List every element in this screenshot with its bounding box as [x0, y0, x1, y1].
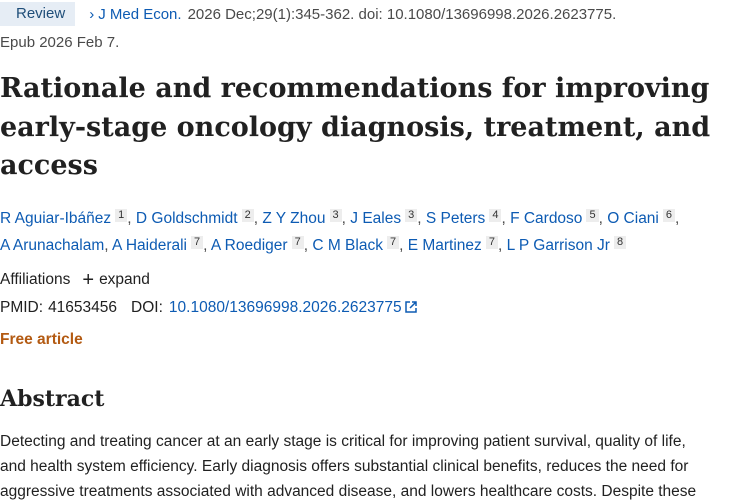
author-link[interactable]: F Cardoso — [510, 210, 582, 227]
author-link[interactable]: Z Y Zhou — [262, 210, 325, 227]
free-article-label[interactable]: Free article — [0, 331, 83, 349]
author-link[interactable]: J Eales — [350, 210, 401, 227]
identifiers-row: PMID: 41653456 DOI: 10.1080/13696998.202… — [0, 299, 417, 317]
abstract-line: aggressive treatments associated with ad… — [0, 483, 697, 500]
author-link[interactable]: E Martinez — [408, 237, 482, 254]
author-list: R Aguiar-Ibáñez 1, D Goldschmidt 2, Z Y Zh… — [0, 209, 680, 254]
author-link[interactable]: L P Garrison Jr — [507, 237, 610, 254]
affiliation-number[interactable]: 7 — [291, 236, 304, 249]
author-link[interactable]: R Aguiar-Ibáñez — [0, 210, 111, 227]
affiliation-number[interactable]: 7 — [191, 236, 204, 249]
author-link[interactable]: A Arunachalam — [0, 237, 104, 254]
affiliation-number[interactable]: 3 — [405, 209, 418, 222]
abstract-text: Detecting and treating cancer at an earl… — [0, 429, 748, 504]
plus-icon[interactable]: + — [82, 270, 94, 290]
author-link[interactable]: S Peters — [426, 210, 485, 227]
review-badge: Review — [0, 2, 76, 26]
affiliation-number[interactable]: 7 — [485, 236, 498, 249]
author-link[interactable]: O Ciani — [607, 210, 659, 227]
affiliations-row: Affiliations + expand — [0, 270, 150, 290]
affiliation-number[interactable]: 7 — [386, 236, 400, 249]
pmid-value: 41653456 — [48, 299, 118, 316]
affiliation-number[interactable]: 1 — [115, 209, 128, 222]
epub-date: Epub 2026 Feb 7. — [0, 34, 120, 51]
affiliations-label: Affiliations — [0, 271, 71, 288]
affiliation-number[interactable]: 6 — [662, 209, 675, 222]
author-link[interactable]: A Roediger — [211, 237, 288, 254]
citation-line: Review › J Med Econ. 2026 Dec;29(1):345-… — [0, 0, 616, 28]
doi-link[interactable]: 10.1080/13696998.2026.2623775 — [169, 299, 402, 317]
affiliation-number[interactable]: 5 — [586, 209, 599, 222]
affiliation-number[interactable]: 4 — [489, 209, 502, 222]
author-link[interactable]: C M Black — [312, 237, 383, 254]
affiliation-number[interactable]: 2 — [241, 209, 254, 222]
abstract-heading: Abstract — [0, 386, 105, 412]
affiliation-number[interactable]: 3 — [329, 209, 342, 222]
journal-link[interactable]: J Med Econ. — [98, 6, 181, 23]
expand-button[interactable]: expand — [99, 271, 150, 289]
article-title: Rationale and recommendations for improv… — [0, 73, 711, 181]
author-link[interactable]: A Haiderali — [112, 237, 187, 254]
abstract-line: and health system efficiency. Early diag… — [0, 458, 689, 475]
affiliation-number[interactable]: 8 — [613, 236, 627, 249]
author-link[interactable]: D Goldschmidt — [136, 210, 238, 227]
abstract-line: Detecting and treating cancer at an earl… — [0, 433, 686, 450]
chevron-right-icon: › — [89, 5, 95, 23]
pmid-label: PMID: — [0, 299, 44, 316]
doi-label: DOI: — [131, 299, 163, 316]
external-link-icon[interactable] — [404, 300, 417, 316]
citation-text: 2026 Dec;29(1):345-362. doi: 10.1080/136… — [187, 5, 617, 23]
